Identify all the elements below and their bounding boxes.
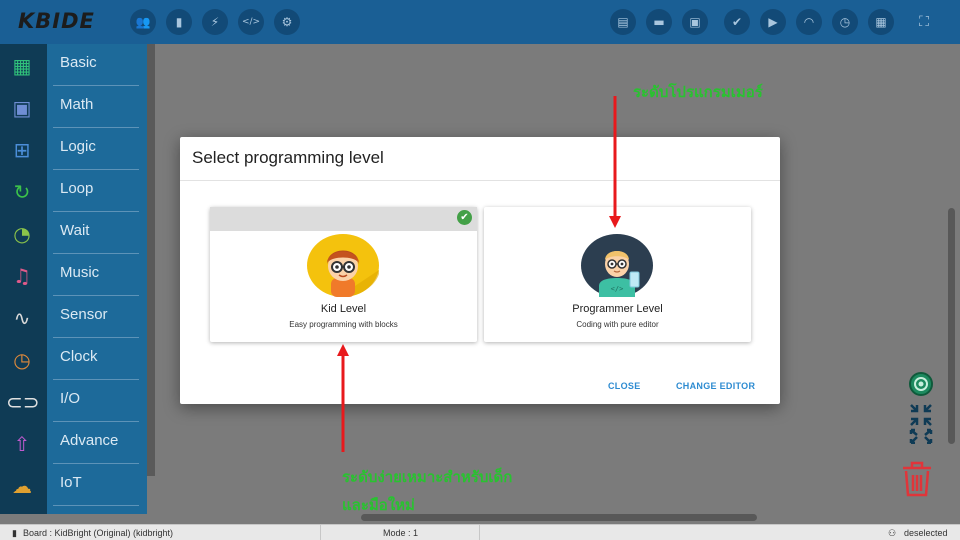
sidebar-item-label: IoT [60,474,82,491]
close-button[interactable]: CLOSE [608,381,641,391]
sidebar-item-advance[interactable]: ⇧ Advance [0,422,139,464]
sidebar-separator [53,505,139,506]
top-toolbar: KBIDE 👥 ▮ ⚡ </> ⚙ ▤ ▬ ▣ ✔ ▶ ◠ ◷ ▦ ⛶ [0,0,960,44]
hierarchy-icon: ⊞ [13,138,31,162]
trash-icon[interactable] [900,460,934,498]
check-circle-icon: ✔ [457,210,472,225]
new-file-icon[interactable]: ▤ [610,9,636,35]
board-chip-icon: ▮ [12,528,17,538]
loop-icon: ↻ [13,180,31,204]
selection-tree-icon: ⚇ [888,528,897,538]
sidebar-item-iot[interactable]: ☁ IoT [0,464,139,506]
board-icon[interactable]: ▮ [166,9,192,35]
zoom-controls-icon[interactable] [908,402,934,444]
users-icon[interactable]: 👥 [130,9,156,35]
programmer-level-title: Programmer Level [572,303,663,315]
dialog-title: Select programming level [192,148,384,167]
dialog-divider [180,180,780,181]
annotation-kid-level-line2: และมือใหม่ [342,497,415,514]
sidebar-item-i-o[interactable]: ⊂⊃ I/O [0,380,139,422]
plug-icon[interactable]: ⚡ [202,9,228,35]
clock-icon: ◷ [13,348,31,372]
mode-status: Mode : 1 [383,528,419,538]
kid-avatar-icon [307,234,379,297]
kid-level-title: Kid Level [320,303,367,315]
check-icon[interactable]: ✔ [724,9,750,35]
grid-icon: ▦ [12,54,32,78]
recenter-icon[interactable] [908,371,934,397]
sidebar-item-basic[interactable]: ▦ Basic [0,44,139,86]
status-divider [320,525,321,540]
selection-status: deselected [904,528,948,538]
annotation-programmer-level: ระดับโปรแกรมเมอร์ [633,84,763,101]
sidebar-item-label: Basic [60,54,97,71]
status-divider [479,525,480,540]
sidebar-item-label: Clock [60,348,98,365]
sidebar-item-loop[interactable]: ↻ Loop [0,170,139,212]
sidebar-item-label: I/O [60,390,81,407]
music-icon: ♫ [13,264,31,288]
sidebar-item-label: Loop [60,180,94,197]
cloud-icon: ☁ [12,474,32,498]
programmer-level-subtitle: Coding with pure editor [576,320,659,329]
kid-level-subtitle: Easy programming with blocks [289,320,398,329]
status-bar: ▮ Board : KidBright (Original) (kidbrigh… [0,524,960,540]
wifi-icon[interactable]: ◠ [796,9,822,35]
sidebar-item-sensor[interactable]: ∿ Sensor [0,296,139,338]
sidebar-scrollbar[interactable] [147,44,155,476]
workspace-vertical-scrollbar[interactable] [948,208,955,444]
stopwatch-icon: ◔ [13,222,31,246]
timer-icon[interactable]: ◷ [832,9,858,35]
svg-text:</>: </> [611,285,624,293]
toggle-icon: ⊂⊃ [6,390,40,414]
fullscreen-icon[interactable]: ⛶ [911,9,937,35]
calculator-icon: ▣ [12,96,32,120]
open-folder-icon[interactable]: ▬ [646,9,672,35]
sidebar-item-math[interactable]: ▣ Math [0,86,139,128]
sidebar-item-label: Music [60,264,100,281]
change-editor-button[interactable]: CHANGE EDITOR [676,381,755,391]
board-status: Board : KidBright (Original) (kidbright) [23,528,174,538]
sidebar-item-wait[interactable]: ◔ Wait [0,212,139,254]
sidebar-item-label: Sensor [60,306,108,323]
programmer-level-card[interactable]: </> Programmer Level Coding with pure ed… [484,207,751,342]
category-sidebar: ▦ Basic ▣ Math ⊞ Logic ↻ Loop ◔ Wait ♫ Music ∿ Sensor… [0,44,147,514]
sidebar-item-label: Math [60,96,94,113]
pulse-icon: ∿ [13,306,31,330]
code-icon[interactable]: </> [238,9,264,35]
sidebar-item-label: Advance [60,432,119,449]
sidebar-item-clock[interactable]: ◷ Clock [0,338,139,380]
selected-card-header [210,207,477,231]
kid-level-card[interactable]: ✔ Kid Level Easy programming with blocks [210,207,477,342]
select-level-dialog: Select programming level ✔ Kid Level Eas… [180,137,780,404]
workspace-horizontal-scrollbar[interactable] [361,514,757,521]
sidebar-item-music[interactable]: ♫ Music [0,254,139,296]
app-logo: KBIDE [18,9,95,33]
qrcode-icon[interactable]: ▦ [868,9,894,35]
upload-circle-icon: ⇧ [13,432,31,456]
sidebar-item-logic[interactable]: ⊞ Logic [0,128,139,170]
save-icon[interactable]: ▣ [682,9,708,35]
sidebar-item-label: Logic [60,138,96,155]
gear-icon[interactable]: ⚙ [274,9,300,35]
sidebar-item-label: Wait [60,222,90,239]
play-icon[interactable]: ▶ [760,9,786,35]
annotation-kid-level-line1: ระดับง่ายเหมาะสำหรับเด็ก [342,469,513,486]
programmer-avatar-icon: </> [581,234,653,297]
